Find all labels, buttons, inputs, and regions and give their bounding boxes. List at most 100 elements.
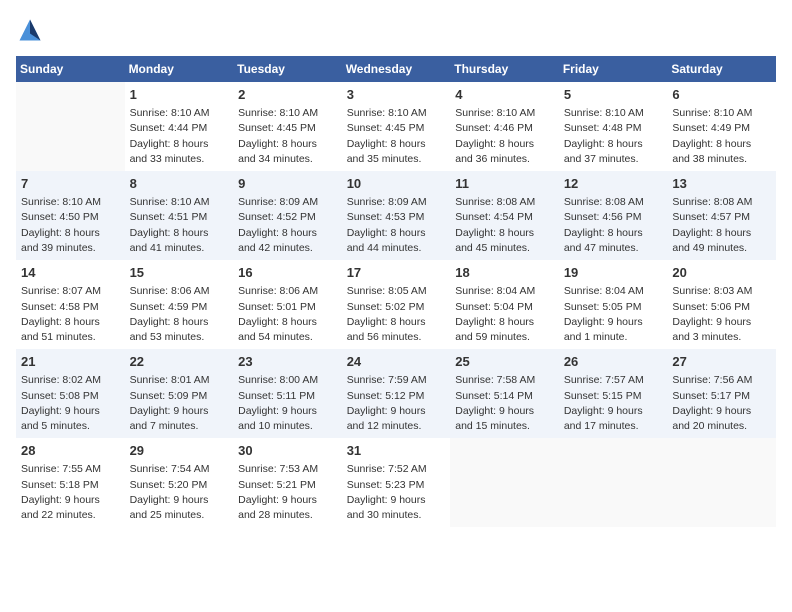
header-day: Wednesday [342,56,451,82]
calendar-cell: 28 Sunrise: 7:55 AMSunset: 5:18 PMDayligh… [16,438,125,527]
day-number: 22 [130,353,229,371]
day-info: Sunrise: 8:10 AMSunset: 4:50 PMDaylight:… [21,195,120,256]
day-info: Sunrise: 8:00 AMSunset: 5:11 PMDaylight:… [238,373,337,434]
calendar-cell [450,438,559,527]
day-number: 6 [672,86,771,104]
day-info: Sunrise: 8:10 AMSunset: 4:48 PMDaylight:… [564,106,663,167]
day-number: 28 [21,442,120,460]
day-number: 11 [455,175,554,193]
calendar-cell: 27 Sunrise: 7:56 AMSunset: 5:17 PMDayligh… [667,349,776,438]
day-info: Sunrise: 7:57 AMSunset: 5:15 PMDaylight:… [564,373,663,434]
day-info: Sunrise: 7:54 AMSunset: 5:20 PMDaylight:… [130,462,229,523]
calendar-cell: 23 Sunrise: 8:00 AMSunset: 5:11 PMDayligh… [233,349,342,438]
calendar-cell: 6 Sunrise: 8:10 AMSunset: 4:49 PMDaylight… [667,82,776,171]
calendar-body: 1 Sunrise: 8:10 AMSunset: 4:44 PMDaylight… [16,82,776,527]
calendar-cell: 8Sunrise: 8:10 AMSunset: 4:51 PMDaylight… [125,171,234,260]
day-number: 5 [564,86,663,104]
day-info: Sunrise: 8:04 AMSunset: 5:05 PMDaylight:… [564,284,663,345]
header-day: Monday [125,56,234,82]
calendar-table: SundayMondayTuesdayWednesdayThursdayFrid… [16,56,776,527]
calendar-week-row: 28 Sunrise: 7:55 AMSunset: 5:18 PMDayligh… [16,438,776,527]
calendar-cell: 14Sunrise: 8:07 AMSunset: 4:58 PMDayligh… [16,260,125,349]
day-info: Sunrise: 7:55 AMSunset: 5:18 PMDaylight:… [21,462,120,523]
day-number: 21 [21,353,120,371]
day-info: Sunrise: 8:07 AMSunset: 4:58 PMDaylight:… [21,284,120,345]
day-info: Sunrise: 8:10 AMSunset: 4:44 PMDaylight:… [130,106,229,167]
day-number: 18 [455,264,554,282]
calendar-cell: 21Sunrise: 8:02 AMSunset: 5:08 PMDayligh… [16,349,125,438]
day-info: Sunrise: 7:58 AMSunset: 5:14 PMDaylight:… [455,373,554,434]
day-number: 12 [564,175,663,193]
day-info: Sunrise: 7:59 AMSunset: 5:12 PMDaylight:… [347,373,446,434]
calendar-week-row: 14Sunrise: 8:07 AMSunset: 4:58 PMDayligh… [16,260,776,349]
day-info: Sunrise: 7:53 AMSunset: 5:21 PMDaylight:… [238,462,337,523]
day-info: Sunrise: 8:04 AMSunset: 5:04 PMDaylight:… [455,284,554,345]
day-number: 16 [238,264,337,282]
day-info: Sunrise: 8:06 AMSunset: 5:01 PMDaylight:… [238,284,337,345]
calendar-header-row: SundayMondayTuesdayWednesdayThursdayFrid… [16,56,776,82]
calendar-cell [559,438,668,527]
day-number: 26 [564,353,663,371]
day-number: 30 [238,442,337,460]
day-number: 15 [130,264,229,282]
day-number: 23 [238,353,337,371]
day-number: 25 [455,353,554,371]
calendar-cell: 10 Sunrise: 8:09 AMSunset: 4:53 PMDayligh… [342,171,451,260]
day-info: Sunrise: 7:56 AMSunset: 5:17 PMDaylight:… [672,373,771,434]
day-number: 7 [21,175,120,193]
calendar-cell: 3Sunrise: 8:10 AMSunset: 4:45 PMDaylight… [342,82,451,171]
calendar-cell: 19Sunrise: 8:04 AMSunset: 5:05 PMDayligh… [559,260,668,349]
calendar-cell: 24 Sunrise: 7:59 AMSunset: 5:12 PMDayligh… [342,349,451,438]
calendar-cell: 16 Sunrise: 8:06 AMSunset: 5:01 PMDayligh… [233,260,342,349]
day-info: Sunrise: 8:10 AMSunset: 4:46 PMDaylight:… [455,106,554,167]
calendar-cell: 26 Sunrise: 7:57 AMSunset: 5:15 PMDayligh… [559,349,668,438]
calendar-cell: 11Sunrise: 8:08 AMSunset: 4:54 PMDayligh… [450,171,559,260]
calendar-cell: 22Sunrise: 8:01 AMSunset: 5:09 PMDayligh… [125,349,234,438]
header-day: Sunday [16,56,125,82]
day-number: 27 [672,353,771,371]
day-number: 3 [347,86,446,104]
day-number: 1 [130,86,229,104]
page-header [16,16,776,44]
day-number: 29 [130,442,229,460]
calendar-cell: 13 Sunrise: 8:08 AMSunset: 4:57 PMDayligh… [667,171,776,260]
calendar-cell: 30 Sunrise: 7:53 AMSunset: 5:21 PMDayligh… [233,438,342,527]
day-number: 4 [455,86,554,104]
day-info: Sunrise: 7:52 AMSunset: 5:23 PMDaylight:… [347,462,446,523]
calendar-cell: 15 Sunrise: 8:06 AMSunset: 4:59 PMDayligh… [125,260,234,349]
calendar-cell [667,438,776,527]
calendar-cell: 2 Sunrise: 8:10 AMSunset: 4:45 PMDaylight… [233,82,342,171]
calendar-cell: 29 Sunrise: 7:54 AMSunset: 5:20 PMDayligh… [125,438,234,527]
calendar-cell: 5 Sunrise: 8:10 AMSunset: 4:48 PMDaylight… [559,82,668,171]
header-day: Saturday [667,56,776,82]
header-day: Friday [559,56,668,82]
day-number: 9 [238,175,337,193]
day-number: 31 [347,442,446,460]
calendar-cell: 9 Sunrise: 8:09 AMSunset: 4:52 PMDaylight… [233,171,342,260]
logo-icon [16,16,44,44]
calendar-cell: 4 Sunrise: 8:10 AMSunset: 4:46 PMDaylight… [450,82,559,171]
calendar-cell: 25 Sunrise: 7:58 AMSunset: 5:14 PMDayligh… [450,349,559,438]
day-number: 13 [672,175,771,193]
day-info: Sunrise: 8:03 AMSunset: 5:06 PMDaylight:… [672,284,771,345]
day-number: 2 [238,86,337,104]
header-day: Tuesday [233,56,342,82]
day-number: 8 [130,175,229,193]
day-number: 24 [347,353,446,371]
day-info: Sunrise: 8:08 AMSunset: 4:56 PMDaylight:… [564,195,663,256]
calendar-cell: 12 Sunrise: 8:08 AMSunset: 4:56 PMDayligh… [559,171,668,260]
calendar-cell: 7 Sunrise: 8:10 AMSunset: 4:50 PMDaylight… [16,171,125,260]
day-number: 20 [672,264,771,282]
calendar-cell: 17Sunrise: 8:05 AMSunset: 5:02 PMDayligh… [342,260,451,349]
calendar-cell: 1 Sunrise: 8:10 AMSunset: 4:44 PMDaylight… [125,82,234,171]
day-info: Sunrise: 8:06 AMSunset: 4:59 PMDaylight:… [130,284,229,345]
day-info: Sunrise: 8:08 AMSunset: 4:57 PMDaylight:… [672,195,771,256]
day-number: 17 [347,264,446,282]
calendar-cell [16,82,125,171]
day-number: 10 [347,175,446,193]
calendar-week-row: 1 Sunrise: 8:10 AMSunset: 4:44 PMDaylight… [16,82,776,171]
day-info: Sunrise: 8:10 AMSunset: 4:49 PMDaylight:… [672,106,771,167]
day-info: Sunrise: 8:09 AMSunset: 4:52 PMDaylight:… [238,195,337,256]
day-info: Sunrise: 8:09 AMSunset: 4:53 PMDaylight:… [347,195,446,256]
day-info: Sunrise: 8:10 AMSunset: 4:45 PMDaylight:… [238,106,337,167]
